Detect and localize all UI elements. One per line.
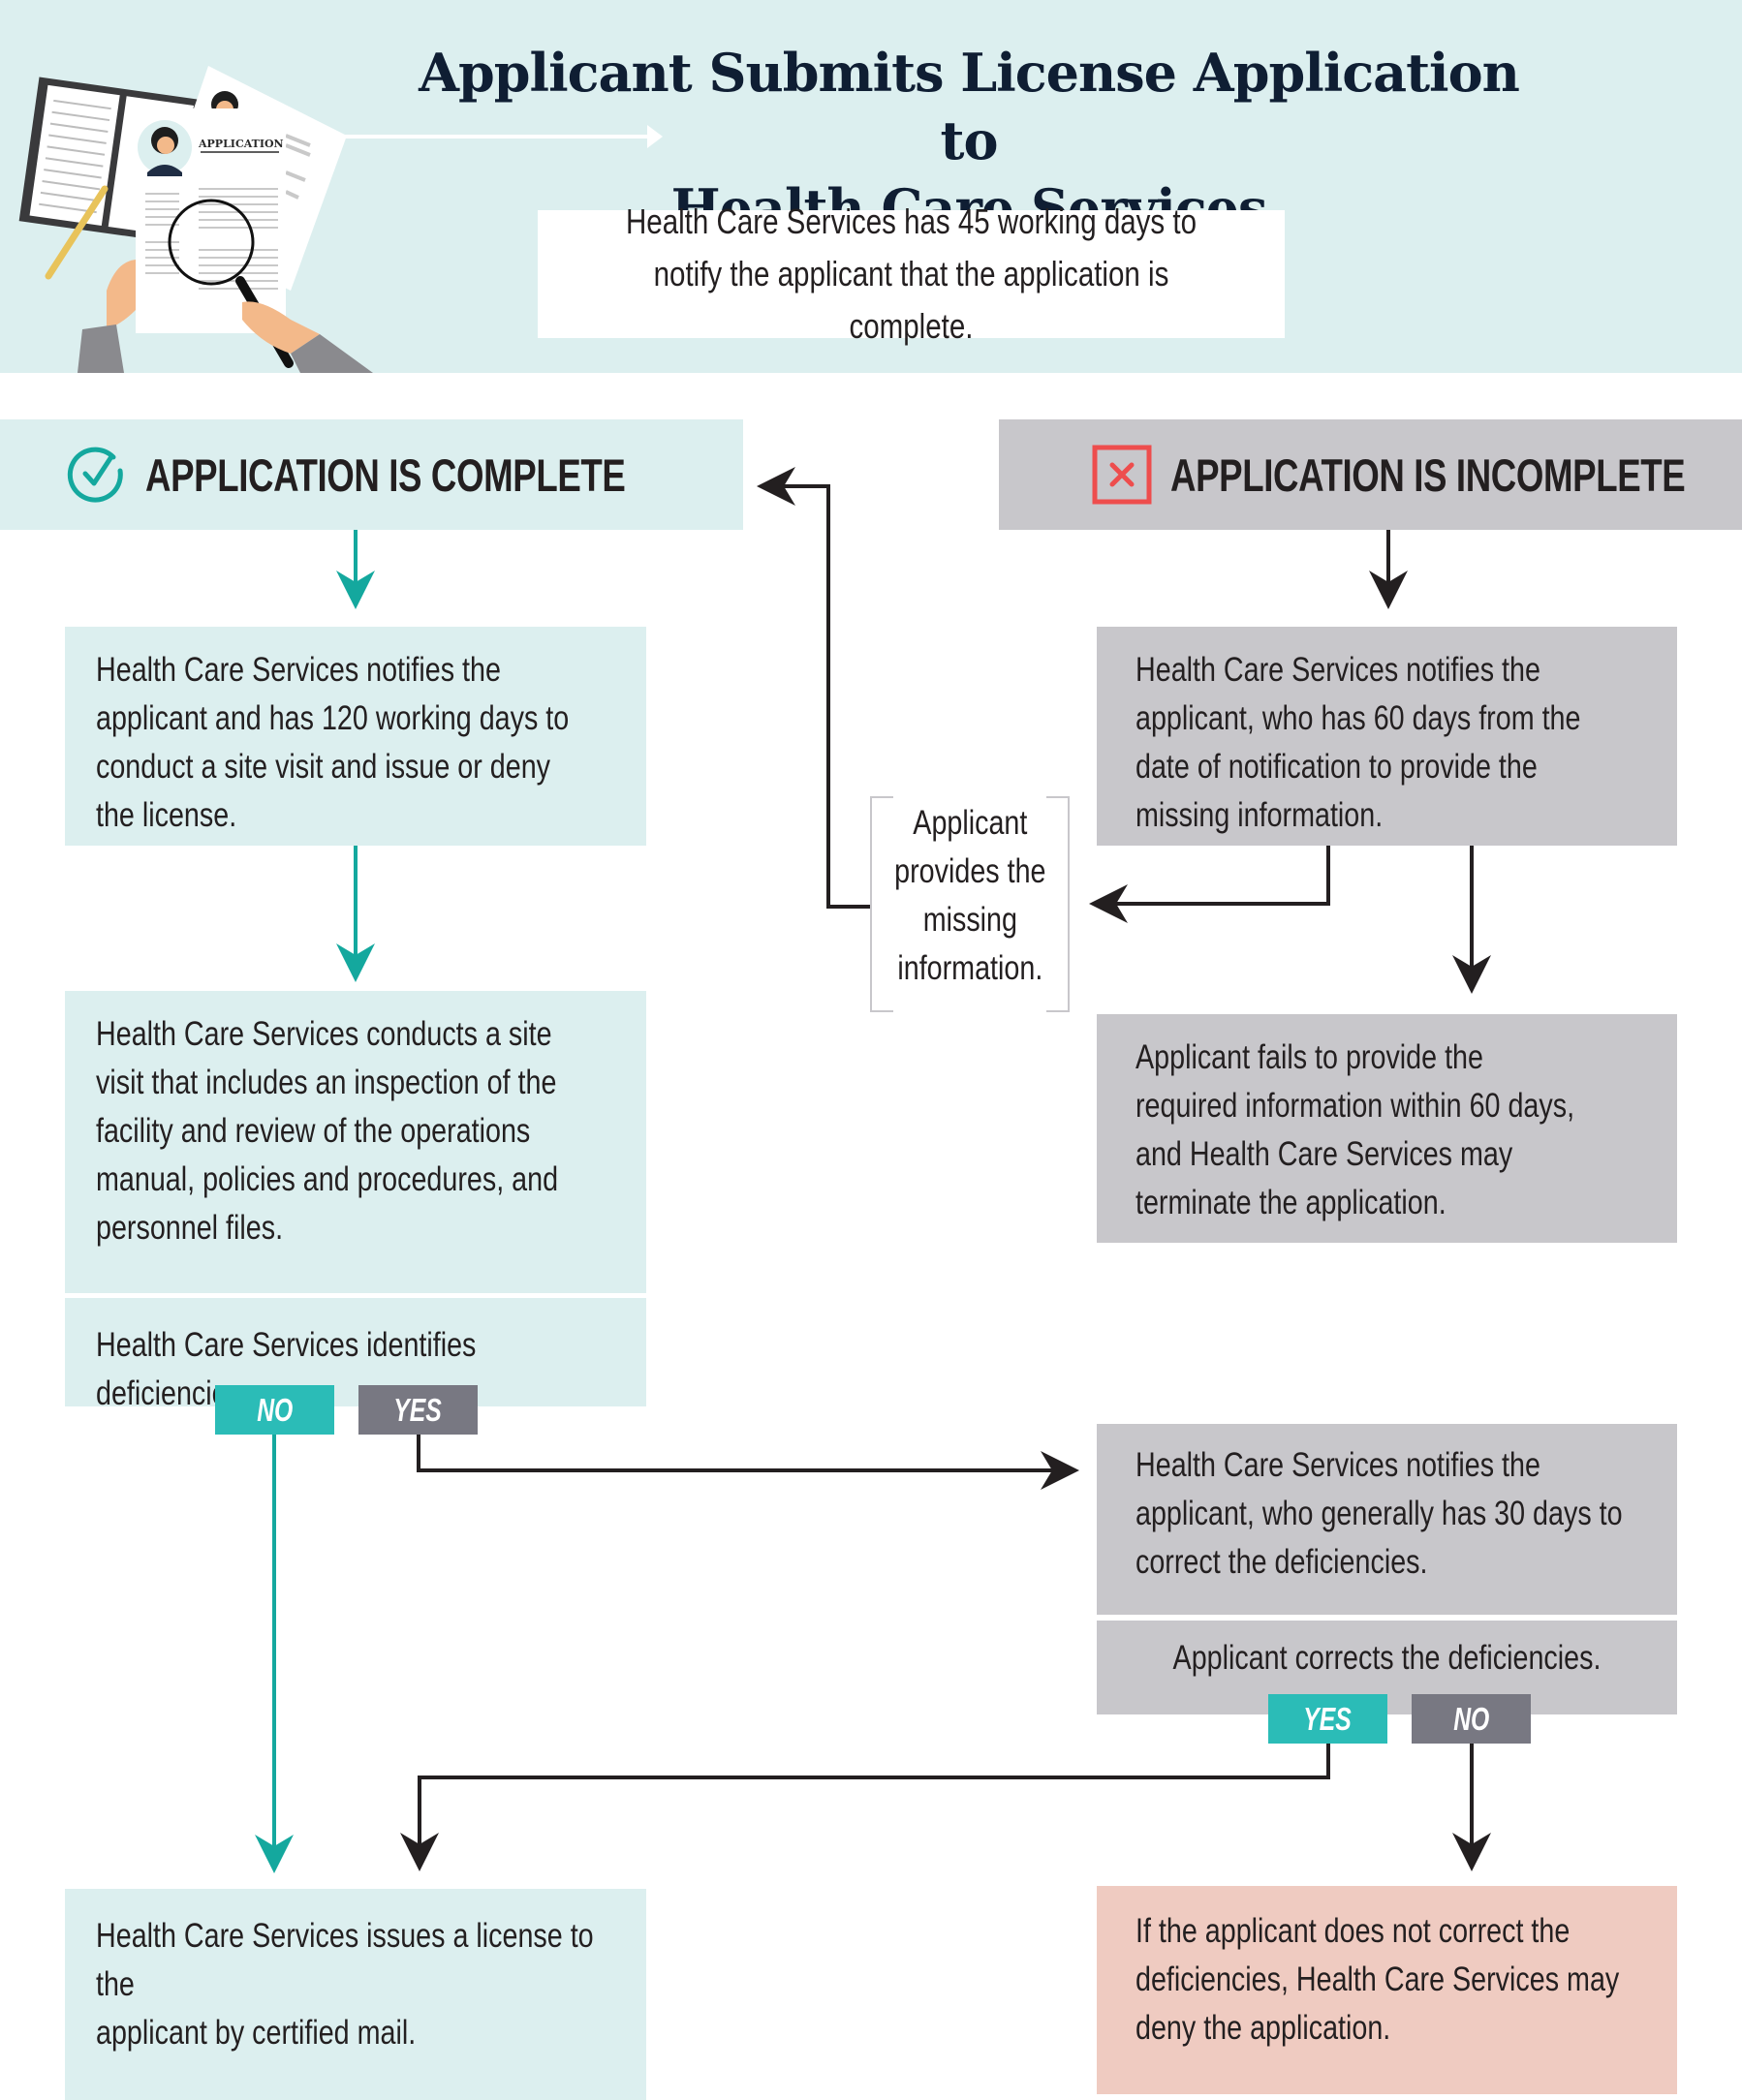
corrects-yes-label: YES [1303, 1700, 1353, 1737]
arrow-yes-to-deficiency-notify [417, 1435, 1079, 1490]
title-line-1: Applicant Submits License Application to [419, 42, 1520, 171]
deficiency-notify-step: Health Care Services notifies the applic… [1097, 1424, 1677, 1615]
complete-notify-step: Health Care Services notifies the applic… [65, 627, 646, 846]
incomplete-notify-text: Health Care Services notifies the applic… [1135, 651, 1581, 834]
illustration-label: APPLICATION [198, 138, 284, 150]
fails-to-provide-text: Applicant fails to provide the required … [1135, 1038, 1575, 1221]
complete-notify-text: Health Care Services notifies the applic… [96, 651, 570, 834]
identifies-deficiencies-step: Health Care Services identifies deficien… [65, 1298, 646, 1412]
application-incomplete-label: APPLICATION IS INCOMPLETE [1170, 448, 1686, 501]
issues-license-text: Health Care Services issues a license to… [96, 1917, 594, 2052]
review-deadline-text: Health Care Services has 45 working days… [625, 201, 1198, 346]
x-square-icon [1092, 445, 1152, 505]
deficiencies-yes-label: YES [393, 1391, 443, 1428]
site-visit-text: Health Care Services conducts a site vis… [96, 1015, 559, 1247]
application-incomplete-header: APPLICATION IS INCOMPLETE [999, 419, 1742, 530]
arrow-notify-to-provides [1089, 846, 1330, 923]
deficiencies-yes-tag: YES [358, 1385, 478, 1435]
application-illustration-icon: APPLICATION [18, 66, 388, 373]
corrects-no-label: NO [1452, 1700, 1490, 1737]
corrects-yes-tag: YES [1268, 1694, 1387, 1744]
deny-application-step: If the applicant does not correct the de… [1097, 1886, 1677, 2094]
corrects-no-tag: NO [1412, 1694, 1531, 1744]
corrects-deficiencies-text: Applicant corrects the deficiencies. [1172, 1639, 1602, 1677]
deficiencies-no-tag: NO [215, 1385, 334, 1435]
site-visit-step: Health Care Services conducts a site vis… [65, 991, 646, 1293]
identifies-deficiencies-text: Health Care Services identifies deficien… [96, 1326, 477, 1412]
provides-missing-info-text: Applicant provides the missing informati… [893, 804, 1046, 987]
deficiencies-no-label: NO [256, 1391, 294, 1428]
arrow-corrects-yes-to-license [400, 1744, 1330, 1871]
deficiency-notify-text: Health Care Services notifies the applic… [1135, 1446, 1623, 1581]
application-complete-label: APPLICATION IS COMPLETE [145, 448, 626, 501]
provides-missing-info-step: Applicant provides the missing informati… [870, 796, 1070, 1012]
arrow-provides-to-complete [757, 467, 870, 909]
check-circle-icon [67, 447, 123, 503]
fails-to-provide-step: Applicant fails to provide the required … [1097, 1014, 1677, 1243]
application-complete-header: APPLICATION IS COMPLETE [0, 419, 743, 530]
review-deadline-note: Health Care Services has 45 working days… [538, 201, 1285, 346]
issues-license-step: Health Care Services issues a license to… [65, 1889, 646, 2100]
deny-application-text: If the applicant does not correct the de… [1135, 1912, 1620, 2047]
incomplete-notify-step: Health Care Services notifies the applic… [1097, 627, 1677, 846]
